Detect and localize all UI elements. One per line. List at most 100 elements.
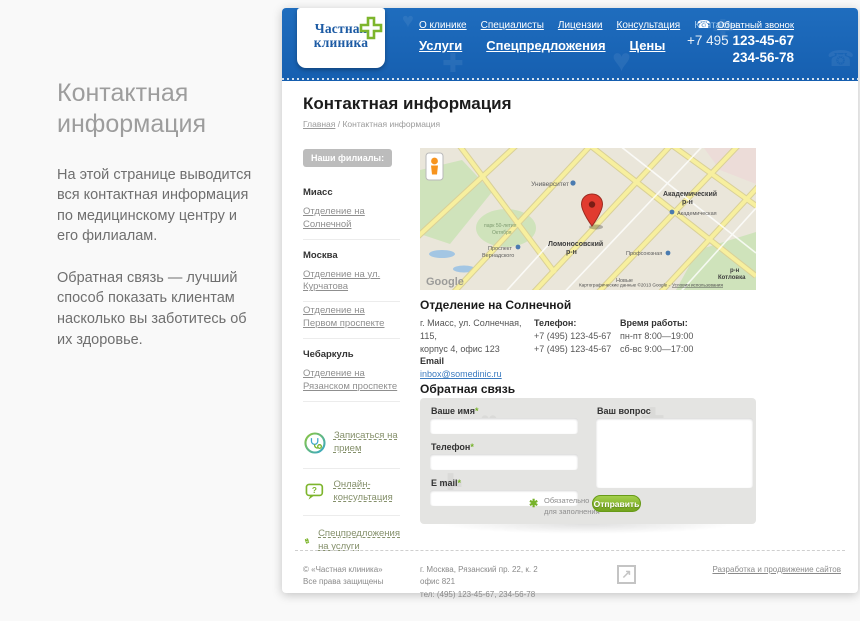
developer-link[interactable]: Разработка и продвижение сайтов	[712, 565, 841, 574]
quick-link-online-consult[interactable]: ? Онлайн-консультация	[303, 468, 400, 515]
name-label: Ваше имя*	[431, 406, 478, 416]
name-label-text: Ваше имя	[431, 406, 475, 416]
hours-label: Время работы:	[620, 317, 720, 330]
page-title: Контактная информация	[303, 94, 512, 114]
quick-link-appointment[interactable]: Записаться на прием	[303, 418, 400, 468]
branch-link-pervom-prospekte[interactable]: Отделение на Первом проспекте	[303, 302, 400, 339]
branch-email: Email inbox@somedinic.ru	[420, 355, 502, 381]
map-label: Академический	[663, 190, 717, 198]
map-marker-dot	[589, 201, 595, 207]
map-label: парк 50-летия	[484, 223, 517, 229]
branch-address: г. Миасс, ул. Солнечная, 115, корпус 4, …	[420, 317, 532, 356]
developer-logo-icon[interactable]: ↗	[617, 565, 636, 584]
map-label: Котловка	[718, 275, 746, 281]
svg-text:?: ?	[312, 486, 317, 495]
quick-link-offers[interactable]: % Спецпредложения на услуги	[303, 515, 400, 566]
description-paragraph-2: Обратная связь — лучший способ показать …	[57, 268, 252, 350]
callback-block: ☎ Обратный звонок	[697, 18, 794, 31]
phone-number-1: 123-45-67	[732, 33, 794, 48]
form-shadow	[440, 524, 736, 534]
footer-address-line: офис 821	[420, 576, 538, 588]
email-label: Email	[420, 355, 502, 368]
map-terms-link[interactable]: Условия использования	[672, 283, 723, 288]
callback-link[interactable]: Обратный звонок	[717, 20, 794, 31]
branch-hours: Время работы: пн-пт 8:00—19:00 сб-вс 9:0…	[620, 317, 720, 356]
heart-watermark-icon: ♥	[402, 10, 414, 33]
name-input[interactable]	[430, 418, 578, 434]
branch-link-kurchatova[interactable]: Отделение на ул. Курчатова	[303, 266, 400, 303]
description-panel: Контактная информация На этой странице в…	[57, 78, 252, 371]
phone-prefix: +7 495	[687, 33, 729, 48]
phone-input[interactable]	[430, 454, 578, 470]
required-note: Обязательно для заполнения	[544, 496, 600, 517]
svg-text:%: %	[306, 539, 310, 543]
phone-icon: ☎	[697, 19, 711, 31]
hours-line: пн-пт 8:00—19:00	[620, 330, 720, 343]
footer-address-line: тел: (495) 123-45-67, 234-56-78	[420, 589, 538, 601]
breadcrumb-current: Контактная информация	[342, 119, 440, 129]
email-link[interactable]: inbox@somedinic.ru	[420, 369, 502, 379]
breadcrumb-separator: /	[338, 119, 340, 129]
nav-about[interactable]: О клинике	[419, 20, 467, 31]
branches-badge: Наши филиалы:	[303, 149, 392, 167]
footer-copyright-line: © «Частная клиника»	[303, 564, 383, 576]
map-label: Октября	[492, 230, 512, 236]
green-cross-icon	[359, 16, 383, 40]
map-label: р-н	[682, 199, 693, 206]
nav-prices[interactable]: Цены	[630, 38, 666, 53]
question-label-text: Ваш вопрос	[597, 406, 651, 416]
map-label: р-н	[730, 268, 740, 274]
phone-number-2: 234-56-78	[732, 50, 794, 65]
branch-link-solnechnaya[interactable]: Отделение на Солнечной	[303, 203, 400, 240]
nav-services[interactable]: Услуги	[419, 38, 462, 53]
branch-city: Москва	[303, 250, 400, 261]
submit-button[interactable]: Отправить	[592, 495, 641, 512]
site-header: ✚ ♥ ✚ ☎ ♥ Частная клиника О клиникеСпеци…	[282, 8, 858, 81]
pegman-control[interactable]	[426, 153, 443, 180]
phone-label: Телефон*	[431, 442, 474, 452]
main-navigation: Услуги Спецпредложения Цены	[419, 38, 689, 53]
branch-link-ryazanskom[interactable]: Отделение на Рязанском проспекте	[303, 365, 400, 402]
breadcrumb: Главная / Контактная информация	[303, 119, 440, 129]
discount-tag-icon: %	[303, 524, 311, 558]
email-label: E mail*	[431, 478, 461, 488]
nav-special-offers[interactable]: Спецпредложения	[486, 38, 605, 53]
required-mark: *	[458, 478, 462, 488]
branch-phone-number: +7 (495) 123-45-67	[534, 343, 620, 356]
phone-label: Телефон:	[534, 317, 620, 330]
map[interactable]: Университет Академический р-н Академичес…	[420, 148, 756, 290]
nav-specialists[interactable]: Специалисты	[481, 20, 544, 31]
footer-address-line: г. Москва, Рязанский пр. 22, к. 2	[420, 564, 538, 576]
map-label: р-н	[566, 249, 577, 256]
branches-sidebar: Наши филиалы: Миасс Отделение на Солнечн…	[303, 148, 400, 566]
metro-icon	[570, 180, 575, 185]
breadcrumb-home-link[interactable]: Главная	[303, 119, 335, 129]
nav-licenses[interactable]: Лицензии	[558, 20, 603, 31]
metro-icon	[666, 251, 671, 256]
required-mark: *	[475, 406, 479, 416]
quick-link-appointment-label[interactable]: Записаться на прием	[334, 430, 400, 455]
metro-icon	[516, 245, 521, 250]
google-logo[interactable]: Google	[426, 276, 464, 288]
metro-icon	[670, 210, 675, 215]
map-copyright: Картографические данные ©2013 Google -	[579, 282, 670, 288]
footer-copyright-line: Все права защищены	[303, 576, 383, 588]
feedback-title: Обратная связь	[420, 382, 515, 396]
phone-numbers: +7 495 123-45-67 234-56-78	[687, 33, 794, 67]
site-mockup: ✚ ♥ ✚ ☎ ♥ Частная клиника О клиникеСпеци…	[282, 8, 858, 593]
map-label: Университет	[531, 181, 569, 188]
hours-line: сб-вс 9:00—17:00	[620, 343, 720, 356]
nav-consultation[interactable]: Консультация	[617, 20, 681, 31]
footer-copyright: © «Частная клиника» Все права защищены	[303, 564, 383, 589]
branch-city: Чебаркуль	[303, 349, 400, 360]
email-label-text: E mail	[431, 478, 458, 488]
quick-links: Записаться на прием ? Онлайн-консультаци…	[303, 418, 400, 566]
description-paragraph-1: На этой странице выводится вся контактна…	[57, 165, 252, 247]
branch-city: Миасс	[303, 187, 400, 198]
quick-link-online-consult-label[interactable]: Онлайн-консультация	[333, 479, 400, 504]
question-textarea[interactable]	[596, 418, 753, 488]
site-footer: © «Частная клиника» Все права защищены г…	[295, 550, 845, 551]
map-canvas[interactable]: Университет Академический р-н Академичес…	[420, 148, 756, 290]
address-line: г. Миасс, ул. Солнечная, 115,	[420, 317, 532, 343]
clinic-logo[interactable]: Частная клиника	[297, 8, 385, 68]
